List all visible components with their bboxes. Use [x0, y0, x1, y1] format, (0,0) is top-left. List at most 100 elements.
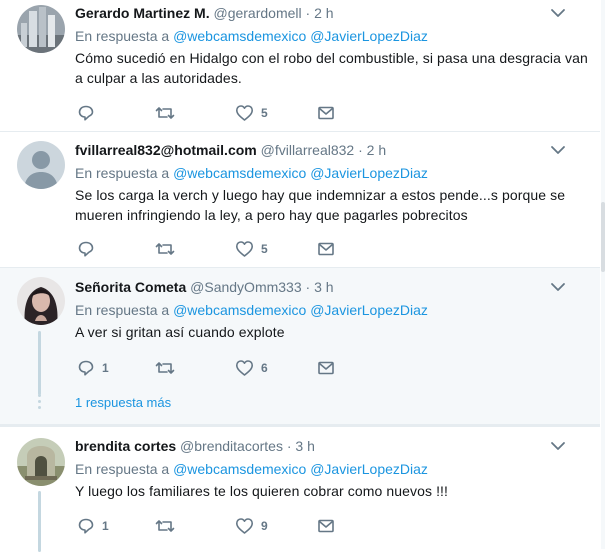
like-button[interactable]: 5 — [235, 101, 268, 125]
retweet-button[interactable] — [155, 237, 182, 261]
chevron-down-icon[interactable] — [548, 140, 568, 160]
reply-button[interactable]: 1 — [77, 514, 109, 538]
envelope-icon — [317, 104, 335, 122]
reply-icon — [77, 104, 95, 122]
reply-user-link[interactable]: @webcamsdemexico — [173, 28, 306, 44]
tweet[interactable]: fvillarreal832@hotmail.com @fvillarreal8… — [0, 132, 600, 268]
thread-dots — [38, 394, 41, 412]
like-count: 9 — [261, 519, 268, 533]
reply-prefix: En respuesta a — [75, 28, 170, 44]
show-more-replies-link[interactable]: 1 respuesta más — [75, 395, 171, 411]
tweet-actions: 5 — [75, 101, 375, 125]
username[interactable]: @SandyOmm333 — [190, 279, 301, 295]
reply-prefix: En respuesta a — [75, 165, 170, 181]
direct-message-button[interactable] — [317, 514, 335, 538]
tweet-header: Señorita Cometa @SandyOmm333 · 3 h — [75, 277, 588, 297]
tweet[interactable]: brendita cortes @brenditacortes · 3 h En… — [0, 427, 600, 552]
tweet-actions: 1 6 — [75, 356, 375, 380]
avatar[interactable] — [17, 277, 65, 325]
separator: · — [305, 5, 311, 21]
reply-user-link[interactable]: @webcamsdemexico — [173, 461, 306, 477]
retweet-icon — [155, 104, 175, 122]
tweet-actions: 5 — [75, 237, 375, 261]
tweet[interactable]: Señorita Cometa @SandyOmm333 · 3 h En re… — [0, 268, 600, 424]
like-count: 5 — [261, 106, 268, 120]
avatar[interactable] — [17, 438, 65, 486]
retweet-icon — [155, 517, 175, 535]
scrollbar[interactable] — [601, 0, 605, 549]
reply-user-link[interactable]: @JavierLopezDiaz — [310, 302, 428, 318]
username[interactable]: @brenditacortes — [180, 438, 283, 454]
tweet-text-line: Se los carga la verch y luego hay que in… — [75, 187, 566, 203]
reply-button[interactable]: 1 — [77, 356, 109, 380]
reply-button[interactable] — [77, 101, 102, 125]
reply-count: 1 — [102, 361, 109, 375]
thread-line — [38, 331, 41, 395]
tweet-header: Gerardo Martinez M. @gerardomell · 2 h — [75, 3, 588, 23]
tweet-text-line: mueren infringiendo la ley, a pero hay q… — [75, 207, 468, 223]
like-button[interactable]: 6 — [235, 356, 268, 380]
avatar[interactable] — [17, 141, 65, 189]
chevron-down-icon[interactable] — [548, 436, 568, 456]
separator: · — [286, 438, 292, 454]
direct-message-button[interactable] — [317, 101, 335, 125]
fullname[interactable]: fvillarreal832@hotmail.com — [75, 142, 257, 158]
reply-user-link[interactable]: @webcamsdemexico — [173, 165, 306, 181]
reply-user-link[interactable]: @JavierLopezDiaz — [310, 28, 428, 44]
tweet-text: Y luego los familiares te los quieren co… — [75, 481, 588, 501]
chevron-down-icon[interactable] — [548, 3, 568, 23]
reply-context: En respuesta a @webcamsdemexico @JavierL… — [75, 26, 588, 46]
envelope-icon — [317, 240, 335, 258]
reply-icon — [77, 240, 95, 258]
like-button[interactable]: 9 — [235, 514, 268, 538]
like-count: 6 — [261, 361, 268, 375]
tweet-text-line: A ver si gritan así cuando explote — [75, 324, 285, 340]
retweet-icon — [155, 359, 175, 377]
tweet-header: fvillarreal832@hotmail.com @fvillarreal8… — [75, 140, 588, 160]
reply-icon — [77, 359, 95, 377]
timestamp[interactable]: 2 h — [314, 5, 333, 21]
envelope-icon — [317, 359, 335, 377]
tweet-text-line: a culpar a las autoridades. — [75, 70, 242, 86]
like-count: 5 — [261, 242, 268, 256]
reply-button[interactable] — [77, 237, 102, 261]
reply-count: 1 — [102, 519, 109, 533]
chevron-down-icon[interactable] — [548, 277, 568, 297]
thread-line — [38, 491, 41, 552]
heart-icon — [235, 359, 254, 377]
direct-message-button[interactable] — [317, 356, 335, 380]
retweet-button[interactable] — [155, 356, 182, 380]
tweet[interactable]: Gerardo Martinez M. @gerardomell · 2 h E… — [0, 0, 600, 132]
tweet-text: Se los carga la verch y luego hay que in… — [75, 185, 588, 225]
reply-user-link[interactable]: @JavierLopezDiaz — [310, 165, 428, 181]
heart-icon — [235, 240, 254, 258]
reply-context: En respuesta a @webcamsdemexico @JavierL… — [75, 459, 588, 479]
tweet-text-line: Y luego los familiares te los quieren co… — [75, 483, 449, 499]
timestamp[interactable]: 3 h — [314, 279, 333, 295]
retweet-button[interactable] — [155, 514, 182, 538]
tweet-text: A ver si gritan así cuando explote — [75, 322, 588, 342]
username[interactable]: @fvillarreal832 — [261, 142, 355, 158]
retweet-icon — [155, 240, 175, 258]
fullname[interactable]: Gerardo Martinez M. — [75, 5, 210, 21]
direct-message-button[interactable] — [317, 237, 335, 261]
reply-context: En respuesta a @webcamsdemexico @JavierL… — [75, 300, 588, 320]
fullname[interactable]: brendita cortes — [75, 438, 176, 454]
avatar[interactable] — [17, 5, 65, 53]
reply-prefix: En respuesta a — [75, 461, 170, 477]
retweet-button[interactable] — [155, 101, 182, 125]
heart-icon — [235, 517, 254, 535]
fullname[interactable]: Señorita Cometa — [75, 279, 186, 295]
timestamp[interactable]: 3 h — [295, 438, 314, 454]
scrollbar-thumb[interactable] — [601, 202, 605, 272]
like-button[interactable]: 5 — [235, 237, 268, 261]
timestamp[interactable]: 2 h — [367, 142, 386, 158]
username[interactable]: @gerardomell — [213, 5, 301, 21]
reply-prefix: En respuesta a — [75, 302, 170, 318]
reply-icon — [77, 517, 95, 535]
tweet-text: Cómo sucedió en Hidalgo con el robo del … — [75, 48, 588, 88]
reply-user-link[interactable]: @webcamsdemexico — [173, 302, 306, 318]
envelope-icon — [317, 517, 335, 535]
reply-user-link[interactable]: @JavierLopezDiaz — [310, 461, 428, 477]
heart-icon — [235, 104, 254, 122]
